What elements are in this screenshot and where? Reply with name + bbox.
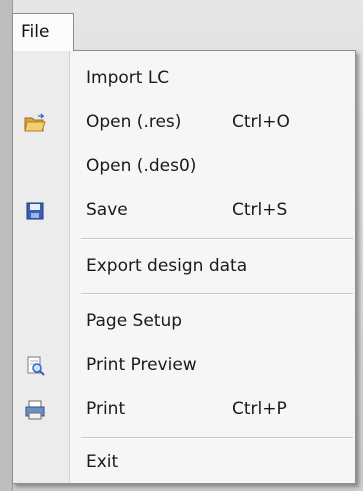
menu-item-label: Export design data	[86, 256, 248, 276]
menu-item-label: Save	[86, 200, 128, 220]
menu-item-shortcut: Ctrl+S	[232, 200, 288, 220]
menu-item-shortcut: Ctrl+O	[232, 112, 290, 132]
printer-icon	[23, 398, 47, 422]
menu-separator	[81, 437, 353, 439]
menu-item-import-lc[interactable]: Import LC	[13, 59, 355, 99]
menu-item-label: Import LC	[86, 68, 170, 88]
menu-item-label: Open (.des0)	[86, 156, 197, 176]
open-folder-icon	[23, 111, 47, 135]
menu-item-label: Print	[86, 399, 126, 419]
menu-item-print-preview[interactable]: Print Preview	[13, 346, 355, 386]
menu-item-print[interactable]: Print Ctrl+P	[13, 390, 355, 430]
menu-item-shortcut: Ctrl+P	[232, 399, 287, 419]
menu-item-label: Print Preview	[86, 355, 197, 375]
menu-item-exit[interactable]: Exit	[13, 443, 355, 483]
print-preview-icon	[23, 354, 47, 378]
menu-item-label: Page Setup	[86, 311, 183, 331]
menu-separator	[81, 238, 353, 240]
file-menu-label: File	[21, 22, 50, 42]
menu-separator	[81, 293, 353, 295]
menu-item-open-res[interactable]: Open (.res) Ctrl+O	[13, 103, 355, 143]
menu-item-label: Exit	[86, 452, 119, 472]
file-menu-tab[interactable]: File	[12, 13, 74, 51]
menu-item-open-des0[interactable]: Open (.des0)	[13, 147, 355, 187]
file-dropdown-menu: Import LC Open (.res) Ctrl+O Open (.des0…	[12, 50, 356, 484]
application-window: File Import LC Open (.res) Ctrl+O Open (…	[0, 0, 363, 491]
menu-item-label: Open (.res)	[86, 112, 182, 132]
menu-item-page-setup[interactable]: Page Setup	[13, 302, 355, 342]
save-disk-icon	[23, 199, 47, 223]
menu-item-export-design-data[interactable]: Export design data	[13, 247, 355, 287]
menu-item-save[interactable]: Save Ctrl+S	[13, 191, 355, 231]
